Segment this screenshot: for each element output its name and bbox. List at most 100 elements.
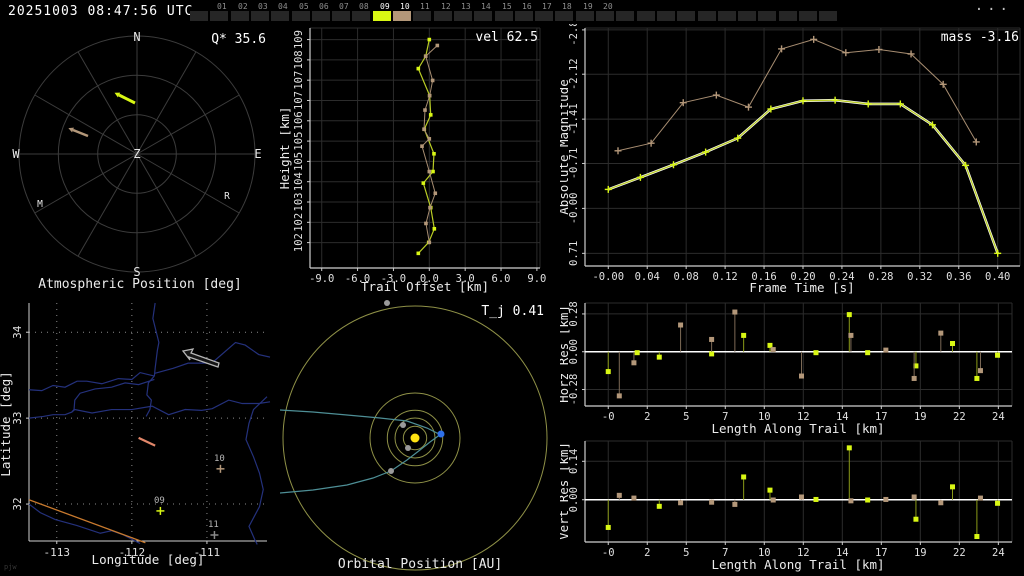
trail-offset-plot: -9.0 -6.0 -3.0 0.0 3.0 6.0 9.01091081071071061… (280, 27, 546, 294)
svg-text:11: 11 (208, 520, 219, 530)
frame-square-17[interactable] (535, 11, 553, 21)
frame-label: 05 (299, 2, 309, 11)
svg-text:108: 108 (293, 50, 305, 69)
svg-text:19: 19 (914, 547, 927, 559)
frame-label: 18 (562, 2, 572, 11)
frame-label: 10 (400, 2, 410, 11)
panel-light-curve: mass -3.16 -0.00 0.04 0.08 0.12 0.16 0.20 0.24… (560, 24, 1024, 300)
svg-text:0.04: 0.04 (635, 271, 660, 283)
svg-text:2: 2 (644, 547, 650, 559)
frame-square[interactable] (779, 11, 797, 21)
svg-text:5: 5 (683, 547, 689, 559)
frame-square-04[interactable] (271, 11, 289, 21)
svg-text:24: 24 (992, 547, 1005, 559)
frame-square[interactable] (738, 11, 756, 21)
svg-text:Longitude [deg]: Longitude [deg] (92, 552, 205, 567)
frame-label: 11 (420, 2, 430, 11)
svg-text:10: 10 (214, 454, 225, 464)
svg-text:107: 107 (293, 71, 305, 90)
svg-text:103: 103 (293, 193, 305, 212)
frame-square[interactable] (677, 11, 695, 21)
svg-text:19: 19 (914, 411, 927, 423)
panel-orbit: T_j 0.41 Orbital Position [AU] (280, 300, 560, 576)
frame-square-12[interactable] (434, 11, 452, 21)
timestamp: 20251003 08:47:56 UTC (8, 4, 194, 19)
frame-square-08[interactable] (352, 11, 370, 21)
svg-text:Latitude [deg]: Latitude [deg] (0, 371, 13, 476)
frame-label: 13 (461, 2, 471, 11)
frame-square[interactable] (819, 11, 837, 21)
orbit-diagram (280, 300, 548, 571)
frame-square-15[interactable] (495, 11, 513, 21)
frame-square-05[interactable] (292, 11, 310, 21)
svg-text:107: 107 (293, 91, 305, 110)
frame-square-01[interactable] (210, 11, 228, 21)
svg-text:N: N (133, 30, 140, 44)
svg-text:Trail Offset [km]: Trail Offset [km] (361, 279, 489, 294)
overflow-menu[interactable]: ··· (975, 2, 1012, 18)
svg-text:Length Along Trail [km]: Length Along Trail [km] (711, 557, 884, 572)
frame-square-18[interactable] (555, 11, 573, 21)
svg-text:0.28: 0.28 (868, 271, 893, 283)
frame-square[interactable] (637, 11, 655, 21)
watermark: pjw (4, 563, 17, 571)
frame-label: 12 (441, 2, 451, 11)
vert-residuals-plot: -0 2 5 7 10 12 14 17 19 22 240.140.00Length Along … (560, 440, 1013, 572)
frame-square[interactable] (616, 11, 634, 21)
frame-square[interactable] (799, 11, 817, 21)
trail-title: vel 62.5 (475, 30, 538, 45)
svg-text:22: 22 (953, 411, 966, 423)
frame-square-09[interactable] (373, 11, 391, 21)
svg-text:-0: -0 (602, 411, 615, 423)
svg-text:32: 32 (11, 497, 24, 510)
frame-label: 14 (481, 2, 491, 11)
svg-text:0.32: 0.32 (907, 271, 932, 283)
svg-text:-2.82: -2.82 (568, 24, 580, 46)
frame-square-02[interactable] (231, 11, 249, 21)
svg-text:9.0: 9.0 (527, 273, 546, 285)
frame-square-20[interactable] (596, 11, 614, 21)
svg-text:09: 09 (154, 496, 165, 506)
frame-square-03[interactable] (251, 11, 269, 21)
svg-text:-113: -113 (44, 546, 71, 559)
frame-label: 15 (502, 2, 512, 11)
frame-square-14[interactable] (474, 11, 492, 21)
svg-text:Vert Res [km]: Vert Res [km] (560, 442, 571, 540)
panel-vert-residuals: -0 2 5 7 10 12 14 17 19 22 24 0.14 0.00 Length Along … (560, 438, 1024, 576)
ground-map-plot: -113 -112 -111343332 091011Longitude [deg]L… (0, 302, 271, 567)
frame-square[interactable] (758, 11, 776, 21)
frame-label: 19 (583, 2, 593, 11)
frame-label: 07 (339, 2, 349, 11)
frame-square[interactable] (190, 11, 208, 21)
frame-label: 08 (359, 2, 369, 11)
frame-label: 06 (319, 2, 329, 11)
svg-text:Horz Res [km]: Horz Res [km] (560, 305, 571, 403)
frame-square-19[interactable] (576, 11, 594, 21)
svg-text:105: 105 (293, 152, 305, 171)
frame-label: 20 (603, 2, 613, 11)
svg-text:-0.00: -0.00 (592, 271, 624, 283)
frame-square-16[interactable] (515, 11, 533, 21)
frame-square[interactable] (657, 11, 675, 21)
frame-label: 03 (258, 2, 268, 11)
svg-text:0.40: 0.40 (985, 271, 1010, 283)
panel-atmospheric-position: Q* 35.6 NSEWZMR Atmospheric Position [de… (0, 24, 280, 300)
svg-text:24: 24 (992, 411, 1005, 423)
frame-square-10[interactable] (393, 11, 411, 21)
svg-text:5: 5 (683, 411, 689, 423)
frame-square[interactable] (718, 11, 736, 21)
frame-label: 16 (522, 2, 532, 11)
frame-label: 09 (380, 2, 390, 11)
svg-text:0.12: 0.12 (712, 271, 737, 283)
frame-square-11[interactable] (413, 11, 431, 21)
frame-square-13[interactable] (454, 11, 472, 21)
svg-text:M: M (37, 199, 43, 210)
frame-square-06[interactable] (312, 11, 330, 21)
frame-square[interactable] (698, 11, 716, 21)
frame-square-07[interactable] (332, 11, 350, 21)
svg-text:104: 104 (293, 172, 305, 191)
svg-text:22: 22 (953, 547, 966, 559)
atmos-caption: Atmospheric Position [deg] (38, 277, 242, 292)
svg-text:-9.0: -9.0 (309, 273, 334, 285)
svg-text:Height [km]: Height [km] (280, 107, 292, 190)
